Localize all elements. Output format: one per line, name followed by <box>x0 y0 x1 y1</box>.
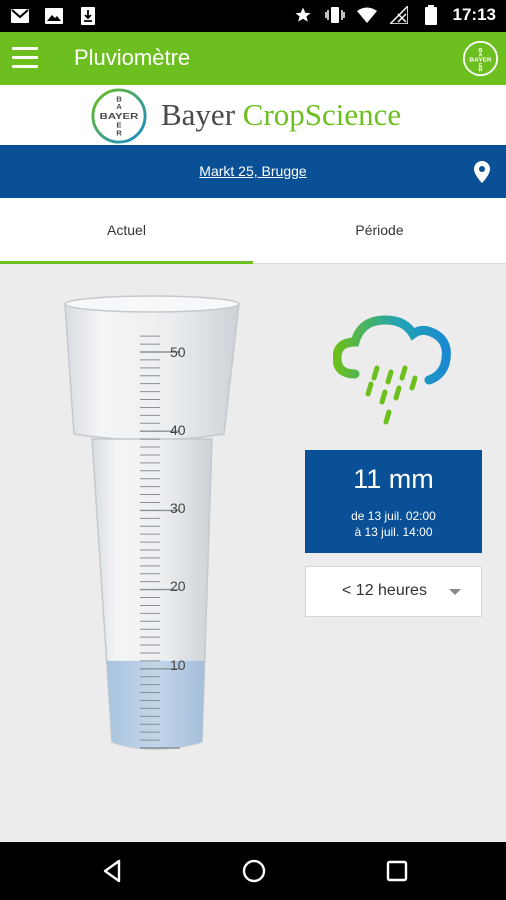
svg-text:R: R <box>478 67 482 73</box>
water-level <box>106 660 205 749</box>
gmail-icon <box>10 6 30 26</box>
svg-text:A: A <box>116 102 122 111</box>
menu-icon[interactable] <box>12 47 38 69</box>
gauge-funnel <box>64 297 240 441</box>
tab-actuel[interactable]: Actuel <box>0 198 253 263</box>
no-signal-icon <box>389 5 409 25</box>
scale-label-30: 30 <box>170 500 186 516</box>
svg-text:R: R <box>116 128 122 137</box>
scale-label-20: 20 <box>170 578 186 594</box>
location-pin-icon[interactable] <box>474 161 490 183</box>
nav-bar <box>0 842 506 900</box>
image-icon <box>44 6 64 26</box>
scale-label-50: 50 <box>170 344 186 360</box>
location-bar: Markt 25, Brugge <box>0 145 506 198</box>
rainfall-value: 11 mm <box>353 464 434 494</box>
back-icon[interactable] <box>99 857 127 885</box>
vibrate-icon <box>324 5 345 25</box>
app-bar: Pluviomètre B A BAYER E R <box>0 32 506 85</box>
brand-bar: B A BAYER E R Bayer CropScience <box>0 85 506 145</box>
page-title: Pluviomètre <box>74 45 191 70</box>
svg-text:BAYER: BAYER <box>100 112 139 121</box>
rainfall-from: de 13 juil. 02:00 <box>351 509 436 523</box>
download-icon <box>78 6 98 26</box>
rain-cloud-icon <box>333 315 451 425</box>
location-link[interactable]: Markt 25, Brugge <box>0 163 506 179</box>
brand-name: Bayer CropScience <box>161 97 402 132</box>
home-icon[interactable] <box>240 857 268 885</box>
period-dropdown[interactable]: < 12 heures <box>305 566 482 617</box>
battery-icon <box>421 5 441 25</box>
dropdown-arrow-icon <box>449 589 461 595</box>
period-dropdown-value: < 12 heures <box>342 582 427 599</box>
scale-label-10: 10 <box>170 657 186 673</box>
clock: 17:13 <box>452 5 496 24</box>
star-icon <box>293 5 313 25</box>
rainfall-card: 11 mm de 13 juil. 02:00 à 13 juil. 14:00 <box>305 450 482 553</box>
rain-gauge: 50 40 30 20 10 <box>64 295 240 750</box>
tab-bar: Actuel Période <box>0 198 506 264</box>
tab-periode[interactable]: Période <box>253 198 506 263</box>
scale-label-40: 40 <box>170 422 186 438</box>
bayer-cross-logo: B A BAYER E R <box>91 88 147 144</box>
recent-apps-icon[interactable] <box>383 857 411 885</box>
bayer-cross-logo: B A BAYER E R <box>462 40 499 77</box>
status-bar: 17:13 <box>0 0 506 32</box>
rainfall-to: à 13 juil. 14:00 <box>354 525 433 539</box>
wifi-icon <box>356 5 377 25</box>
tab-indicator <box>0 261 253 264</box>
